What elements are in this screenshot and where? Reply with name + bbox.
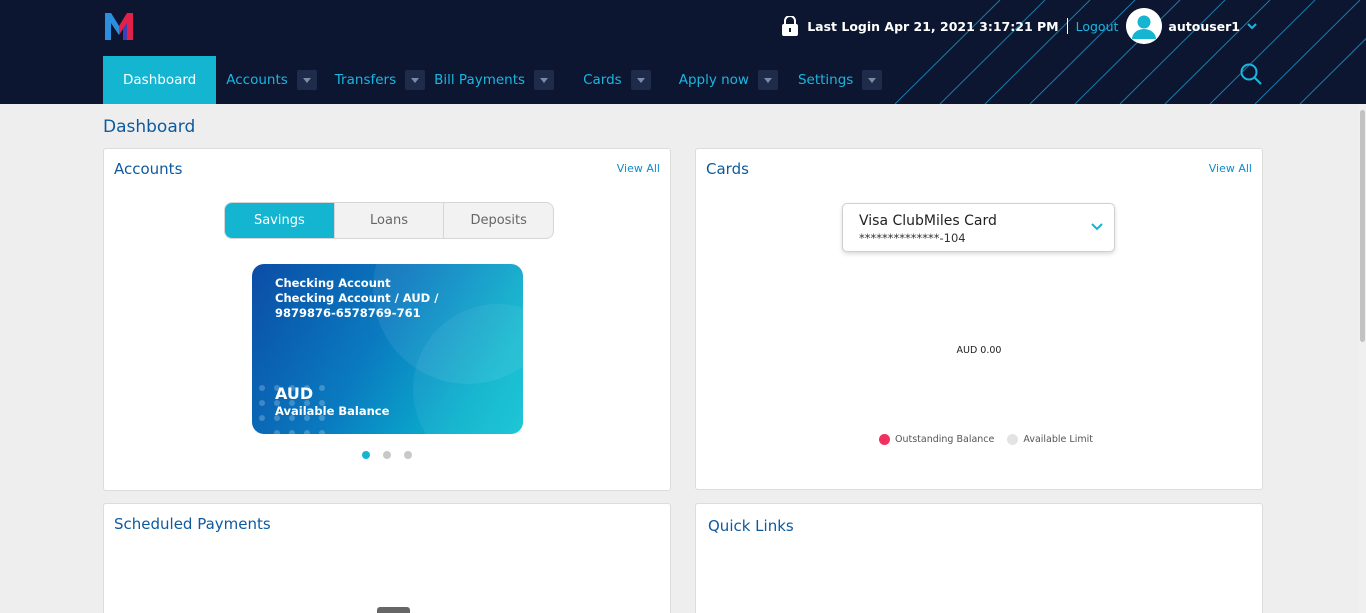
brand-logo[interactable] <box>103 10 135 42</box>
main-nav: Dashboard Accounts Transfers Bill Paymen… <box>103 56 883 104</box>
cards-title: Cards <box>706 160 749 178</box>
account-name: Checking Account <box>275 276 391 290</box>
nav-label: Dashboard <box>123 72 197 88</box>
lock-icon <box>782 16 799 36</box>
nav-label: Apply now <box>678 72 749 88</box>
available-balance-label: Available Balance <box>275 404 390 418</box>
account-currency: AUD <box>275 384 314 403</box>
chart-legend: Outstanding Balance Available Limit <box>879 434 1106 445</box>
caret-down-icon[interactable] <box>405 70 426 90</box>
carousel-pager <box>362 451 412 459</box>
caret-down-icon[interactable] <box>630 70 651 90</box>
caret-down-icon[interactable] <box>534 70 555 90</box>
cards-view-all-link[interactable]: View All <box>1209 162 1252 175</box>
page-title: Dashboard <box>103 117 196 137</box>
nav-transfers[interactable]: Transfers <box>334 56 426 104</box>
nav-dashboard[interactable]: Dashboard <box>103 56 217 104</box>
legend-available: Available Limit <box>1007 434 1093 445</box>
chevron-down-icon[interactable] <box>1246 21 1258 31</box>
divider <box>1066 18 1068 34</box>
legend-swatch <box>879 434 890 445</box>
account-card[interactable]: Checking Account Checking Account / AUD … <box>252 264 523 434</box>
account-type-tabs: Savings Loans Deposits <box>224 202 554 239</box>
legend-swatch <box>1007 434 1019 445</box>
tab-deposits[interactable]: Deposits <box>443 203 553 238</box>
top-header: Last Login Apr 21, 2021 3:17:21 PM Logou… <box>0 0 1366 104</box>
card-select-dropdown[interactable]: Visa ClubMiles Card **************-104 <box>842 203 1115 252</box>
last-login-text: Last Login Apr 21, 2021 3:17:21 PM <box>807 18 1059 34</box>
nav-label: Cards <box>583 72 622 88</box>
logout-link[interactable]: Logout <box>1076 19 1119 34</box>
nav-label: Settings <box>797 72 854 88</box>
nav-settings[interactable]: Settings <box>797 56 883 104</box>
search-icon[interactable] <box>1239 62 1263 86</box>
nav-cards[interactable]: Cards <box>583 56 651 104</box>
tab-loans[interactable]: Loans <box>333 203 444 238</box>
nav-bill-payments[interactable]: Bill Payments <box>434 56 555 104</box>
chevron-down-icon <box>1091 223 1103 231</box>
scheduled-payments-panel: Scheduled Payments <box>103 503 671 613</box>
user-bar: Last Login Apr 21, 2021 3:17:21 PM Logou… <box>781 8 1258 44</box>
nav-apply-now[interactable]: Apply now <box>679 56 778 104</box>
caret-down-icon[interactable] <box>296 70 317 90</box>
scrollbar-thumb[interactable] <box>1360 110 1365 342</box>
user-icon <box>1126 8 1163 44</box>
nav-label: Transfers <box>334 72 397 88</box>
calendar-icon <box>377 607 410 613</box>
caret-down-icon[interactable] <box>862 70 883 90</box>
nav-label: Accounts <box>226 72 288 88</box>
pager-dot[interactable] <box>404 451 412 459</box>
quick-links-title: Quick Links <box>708 517 794 535</box>
scheduled-payments-title: Scheduled Payments <box>114 515 271 533</box>
accounts-view-all-link[interactable]: View All <box>617 162 660 175</box>
selected-card-name: Visa ClubMiles Card <box>859 213 997 229</box>
tab-savings[interactable]: Savings <box>225 203 334 238</box>
scrollbar-track[interactable] <box>1359 104 1366 613</box>
quick-links-panel: Quick Links <box>695 503 1263 613</box>
pager-dot[interactable] <box>383 451 391 459</box>
card-amount: AUD 0.00 <box>956 345 1002 356</box>
accounts-title: Accounts <box>114 160 183 178</box>
legend-label: Available Limit <box>1023 434 1093 445</box>
caret-down-icon[interactable] <box>757 70 778 90</box>
nav-accounts[interactable]: Accounts <box>226 56 317 104</box>
selected-card-number: **************-104 <box>859 231 966 245</box>
username[interactable]: autouser1 <box>1168 19 1240 34</box>
account-detail: Checking Account / AUD / 9879876-6578769… <box>275 291 439 320</box>
legend-label: Outstanding Balance <box>895 434 995 445</box>
pager-dot[interactable] <box>362 451 370 459</box>
avatar[interactable] <box>1126 8 1163 44</box>
accounts-panel: Accounts View All Savings Loans Deposits… <box>103 148 671 491</box>
legend-outstanding: Outstanding Balance <box>879 434 994 445</box>
nav-label: Bill Payments <box>434 72 526 88</box>
cards-panel: Cards View All Visa ClubMiles Card *****… <box>695 148 1263 490</box>
